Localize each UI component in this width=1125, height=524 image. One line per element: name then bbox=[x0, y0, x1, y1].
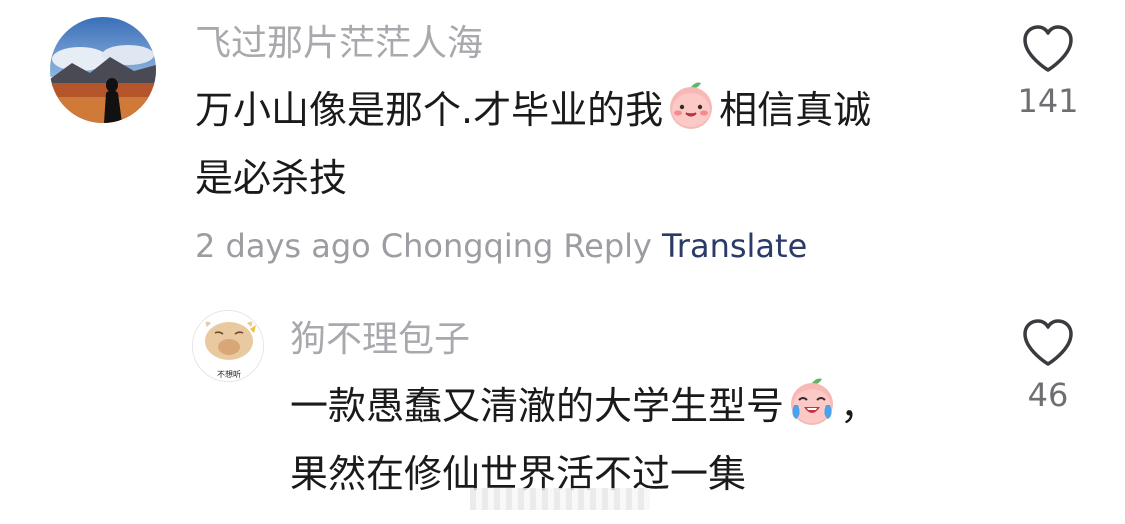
comment-text-part: 万小山像是那个.才毕业的我 bbox=[195, 88, 664, 132]
comment-text-line2: 是必杀技 bbox=[195, 156, 348, 200]
translate-button[interactable]: Translate bbox=[662, 227, 807, 265]
avatar-caption: 不想听 bbox=[217, 369, 241, 379]
timestamp: 2 days ago bbox=[195, 227, 371, 265]
avatar[interactable]: 不想听 bbox=[192, 310, 264, 382]
reply-button[interactable]: Reply bbox=[563, 227, 652, 265]
heart-icon[interactable] bbox=[1021, 24, 1075, 74]
smiling-peach-emoji-icon bbox=[670, 82, 713, 129]
like-count: 46 bbox=[1027, 376, 1069, 414]
comment-text-part: ， bbox=[840, 384, 879, 428]
location: Chongqing bbox=[380, 227, 554, 265]
heart-icon[interactable] bbox=[1021, 318, 1075, 368]
username[interactable]: 飞过那片茫茫人海 bbox=[195, 22, 483, 66]
comment-text: 万小山像是那个.才毕业的我 相信真诚 是必杀技 bbox=[195, 76, 871, 212]
avatar[interactable] bbox=[50, 17, 156, 123]
comment-meta: 2 days ago Chongqing Reply Translate bbox=[195, 226, 817, 266]
like-count: 141 bbox=[1017, 82, 1079, 120]
username[interactable]: 狗不理包子 bbox=[290, 318, 470, 362]
comment-text-part: 相信真诚 bbox=[719, 88, 872, 132]
comment-text-part: 一款愚蠢又清澈的大学生型号 bbox=[290, 384, 785, 428]
like-button[interactable]: 141 bbox=[1008, 24, 1088, 120]
crying-laughing-peach-emoji-icon bbox=[791, 378, 834, 425]
like-button[interactable]: 46 bbox=[1008, 318, 1088, 414]
watermark-blur bbox=[470, 488, 650, 510]
